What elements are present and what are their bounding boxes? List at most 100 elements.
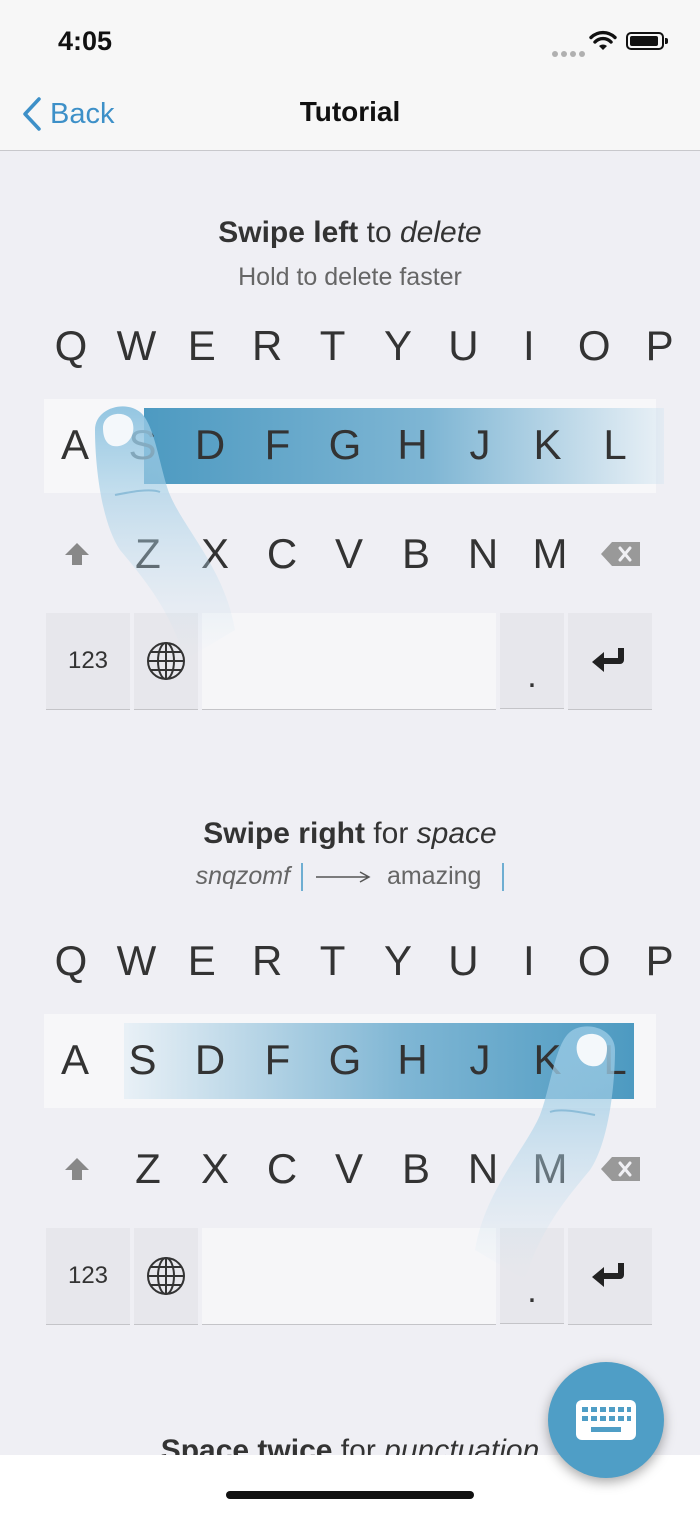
key-g[interactable]: G [312, 399, 378, 491]
key-w[interactable]: W [103, 915, 169, 1007]
key-r[interactable]: R [234, 915, 300, 1007]
title-mid: for [364, 817, 417, 850]
key-q[interactable]: Q [38, 915, 104, 1007]
key-y[interactable]: Y [365, 300, 431, 392]
key-f[interactable]: F [245, 1014, 311, 1106]
key-o[interactable]: O [561, 915, 627, 1007]
shift-icon [65, 1158, 89, 1180]
key-t[interactable]: T [300, 300, 366, 392]
title-italic: space [416, 817, 497, 850]
example-from: snqzomf [195, 862, 291, 890]
swipe-right-title: Swipe right for space [0, 817, 700, 851]
key-i[interactable]: I [496, 915, 562, 1007]
title-bold: Swipe right [203, 817, 365, 850]
key-p[interactable]: P [627, 300, 693, 392]
key-a[interactable]: A [42, 1014, 108, 1106]
key-t[interactable]: T [300, 915, 366, 1007]
key-g[interactable]: G [312, 1014, 378, 1106]
keyboard-row-3: ZXCVBNM [0, 1123, 700, 1215]
page-title: Tutorial [299, 96, 401, 127]
key-m[interactable]: M [517, 1123, 583, 1215]
key-c[interactable]: C [249, 508, 315, 600]
keyboard-row-1: QWERTYUIOP [0, 915, 700, 1007]
key-w[interactable]: W [103, 300, 169, 392]
key-z[interactable]: Z [115, 1123, 181, 1215]
title-italic: delete [399, 216, 482, 249]
key-k[interactable]: K [515, 1014, 581, 1106]
key-x[interactable]: X [182, 1123, 248, 1215]
globe-icon [147, 1257, 185, 1295]
backspace-icon [601, 542, 640, 566]
key-o[interactable]: O [561, 300, 627, 392]
key-h[interactable]: H [380, 399, 446, 491]
key-l[interactable]: L [582, 399, 648, 491]
key-s[interactable]: S [110, 1014, 176, 1106]
keyboard-row-2: ASDFGHJKL [42, 399, 664, 493]
swipe-right-example: snqzomf amazing [0, 862, 700, 892]
key-q[interactable]: Q [38, 300, 104, 392]
key-f[interactable]: F [245, 399, 311, 491]
key-y[interactable]: Y [365, 915, 431, 1007]
period-key[interactable]: . [500, 613, 564, 709]
key-z[interactable]: Z [115, 508, 181, 600]
key-m[interactable]: M [517, 508, 583, 600]
delete-key[interactable] [588, 1123, 654, 1215]
return-icon [592, 1263, 624, 1287]
key-j[interactable]: J [447, 399, 513, 491]
delete-key[interactable] [588, 508, 654, 600]
key-e[interactable]: E [169, 300, 235, 392]
return-key[interactable] [568, 1228, 652, 1325]
key-b[interactable]: B [383, 508, 449, 600]
shift-key[interactable] [44, 508, 110, 600]
key-n[interactable]: N [450, 1123, 516, 1215]
key-h[interactable]: H [380, 1014, 446, 1106]
cursor-mark [301, 863, 304, 892]
shift-key[interactable] [44, 1123, 110, 1215]
keyboard-demo-space: Q W E R T Y U I O P A S D F G H J K L Z X C V B N M 123. [0, 915, 700, 1325]
key-e[interactable]: E [169, 915, 235, 1007]
keyboard-button[interactable] [548, 1362, 664, 1478]
keyboard-icon [576, 1400, 636, 1440]
home-indicator[interactable] [226, 1491, 474, 1499]
key-j[interactable]: J [447, 1014, 513, 1106]
key-v[interactable]: V [316, 1123, 382, 1215]
title-mid: to [358, 216, 400, 249]
period-key[interactable]: . [500, 1228, 564, 1324]
keyboard-row-3: ZXCVBNM [0, 508, 700, 600]
key-u[interactable]: U [430, 915, 496, 1007]
globe-icon [147, 642, 185, 680]
keyboard-row-1: QWERTYUIOP [0, 300, 700, 392]
key-r[interactable]: R [234, 300, 300, 392]
key-s[interactable]: S [110, 399, 176, 491]
key-i[interactable]: I [496, 300, 562, 392]
arrow-right-icon [315, 871, 371, 884]
key-l[interactable]: L [582, 1014, 648, 1106]
key-n[interactable]: N [450, 508, 516, 600]
keyboard-demo-delete: Q W E R T Y U I O P A S D F G H J K L Z X C V B N M 123. [0, 300, 700, 710]
wifi-icon [589, 30, 617, 50]
numbers-key[interactable]: 123 [46, 613, 130, 710]
key-p[interactable]: P [627, 915, 693, 1007]
cursor-mark [502, 863, 505, 892]
globe-key[interactable] [134, 1228, 198, 1325]
globe-key[interactable] [134, 613, 198, 710]
numbers-key[interactable]: 123 [46, 1228, 130, 1325]
space-key[interactable] [202, 613, 496, 710]
shift-icon [65, 543, 89, 565]
space-key[interactable] [202, 1228, 496, 1325]
keyboard-row-2: ASDFGHJKL [44, 1014, 656, 1108]
battery-icon [626, 32, 668, 50]
return-icon [592, 648, 624, 672]
key-x[interactable]: X [182, 508, 248, 600]
key-c[interactable]: C [249, 1123, 315, 1215]
key-a[interactable]: A [42, 399, 108, 491]
key-d[interactable]: D [177, 1014, 243, 1106]
key-b[interactable]: B [383, 1123, 449, 1215]
key-u[interactable]: U [430, 300, 496, 392]
key-k[interactable]: K [515, 399, 581, 491]
key-v[interactable]: V [316, 508, 382, 600]
key-d[interactable]: D [177, 399, 243, 491]
return-key[interactable] [568, 613, 652, 710]
title-bold: Swipe left [218, 216, 359, 249]
swipe-left-title: Swipe left to delete [0, 216, 700, 250]
